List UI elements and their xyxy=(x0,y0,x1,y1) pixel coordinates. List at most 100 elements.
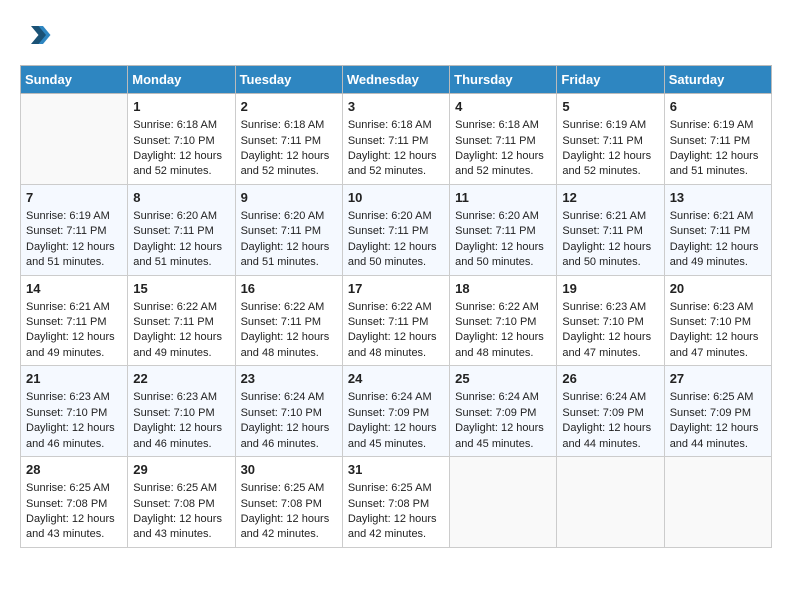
day-number: 26 xyxy=(562,370,658,388)
day-number: 3 xyxy=(348,98,444,116)
daylight-label: Daylight: 12 hours and 42 minutes. xyxy=(348,513,437,540)
day-number: 28 xyxy=(26,461,122,479)
sunset-time: Sunset: 7:11 PM xyxy=(348,316,429,328)
calendar-week-2: 7 Sunrise: 6:19 AM Sunset: 7:11 PM Daylight… xyxy=(21,184,772,275)
daylight-label: Daylight: 12 hours and 49 minutes. xyxy=(670,241,759,268)
day-number: 18 xyxy=(455,280,551,298)
daylight-label: Daylight: 12 hours and 51 minutes. xyxy=(133,241,222,268)
day-number: 14 xyxy=(26,280,122,298)
day-number: 12 xyxy=(562,189,658,207)
sunset-time: Sunset: 7:10 PM xyxy=(241,407,322,419)
calendar-cell: 28Sunrise: 6:25 AMSunset: 7:08 PMDayligh… xyxy=(21,457,128,548)
calendar-week-4: 21Sunrise: 6:23 AMSunset: 7:10 PMDayligh… xyxy=(21,366,772,457)
calendar-cell: 8Sunrise: 6:20 AMSunset: 7:11 PMDaylight… xyxy=(128,184,235,275)
daylight-label: Daylight: 12 hours and 48 minutes. xyxy=(455,331,544,358)
day-number: 16 xyxy=(241,280,337,298)
calendar-cell: 19Sunrise: 6:23 AMSunset: 7:10 PMDayligh… xyxy=(557,275,664,366)
sunrise-time: Sunrise: 6:23 AM xyxy=(133,391,217,403)
column-header-friday: Friday xyxy=(557,66,664,94)
daylight-label: Daylight: 12 hours and 52 minutes. xyxy=(133,150,222,177)
calendar-cell: 7 Sunrise: 6:19 AM Sunset: 7:11 PM Daylight… xyxy=(21,184,128,275)
day-number: 5 xyxy=(562,98,658,116)
sunset-time: Sunset: 7:09 PM xyxy=(348,407,429,419)
calendar-cell: 11Sunrise: 6:20 AMSunset: 7:11 PMDayligh… xyxy=(450,184,557,275)
daylight-label: Daylight: 12 hours and 42 minutes. xyxy=(241,513,330,540)
sunrise-time: Sunrise: 6:20 AM xyxy=(348,210,432,222)
sunrise-time: Sunrise: 6:18 AM xyxy=(348,119,432,131)
sunset-time: Sunset: 7:10 PM xyxy=(133,135,214,147)
sunset-time: Sunset: 7:08 PM xyxy=(26,498,107,510)
sunrise-time: Sunrise: 6:21 AM xyxy=(26,301,110,313)
day-number: 23 xyxy=(241,370,337,388)
day-number: 17 xyxy=(348,280,444,298)
sunrise-time: Sunrise: 6:24 AM xyxy=(562,391,646,403)
calendar-cell: 15Sunrise: 6:22 AMSunset: 7:11 PMDayligh… xyxy=(128,275,235,366)
day-number: 13 xyxy=(670,189,766,207)
calendar-cell: 18Sunrise: 6:22 AMSunset: 7:10 PMDayligh… xyxy=(450,275,557,366)
day-number: 11 xyxy=(455,189,551,207)
sunset-time: Sunset: 7:11 PM xyxy=(455,225,536,237)
calendar-cell: 31Sunrise: 6:25 AMSunset: 7:08 PMDayligh… xyxy=(342,457,449,548)
sunrise-time: Sunrise: 6:18 AM xyxy=(241,119,325,131)
sunrise-time: Sunrise: 6:19 AM xyxy=(26,210,110,222)
calendar-cell: 12Sunrise: 6:21 AMSunset: 7:11 PMDayligh… xyxy=(557,184,664,275)
day-number: 6 xyxy=(670,98,766,116)
daylight-label: Daylight: 12 hours and 49 minutes. xyxy=(133,331,222,358)
day-number: 20 xyxy=(670,280,766,298)
day-number: 10 xyxy=(348,189,444,207)
sunset-time: Sunset: 7:10 PM xyxy=(670,316,751,328)
sunset-time: Sunset: 7:10 PM xyxy=(455,316,536,328)
sunset-time: Sunset: 7:11 PM xyxy=(26,225,107,237)
day-number: 25 xyxy=(455,370,551,388)
sunset-time: Sunset: 7:10 PM xyxy=(26,407,107,419)
calendar-cell: 23Sunrise: 6:24 AMSunset: 7:10 PMDayligh… xyxy=(235,366,342,457)
day-number: 7 xyxy=(26,189,122,207)
daylight-label: Daylight: 12 hours and 50 minutes. xyxy=(562,241,651,268)
sunset-time: Sunset: 7:10 PM xyxy=(133,407,214,419)
day-number: 9 xyxy=(241,189,337,207)
calendar-cell xyxy=(450,457,557,548)
calendar-cell: 13Sunrise: 6:21 AMSunset: 7:11 PMDayligh… xyxy=(664,184,771,275)
page-header xyxy=(20,20,772,55)
calendar-cell: 17Sunrise: 6:22 AMSunset: 7:11 PMDayligh… xyxy=(342,275,449,366)
daylight-label: Daylight: 12 hours and 45 minutes. xyxy=(455,422,544,449)
daylight-label: Daylight: 12 hours and 46 minutes. xyxy=(241,422,330,449)
column-header-tuesday: Tuesday xyxy=(235,66,342,94)
day-number: 22 xyxy=(133,370,229,388)
daylight-label: Daylight: 12 hours and 52 minutes. xyxy=(241,150,330,177)
sunset-time: Sunset: 7:11 PM xyxy=(562,225,643,237)
day-number: 19 xyxy=(562,280,658,298)
day-number: 31 xyxy=(348,461,444,479)
day-number: 27 xyxy=(670,370,766,388)
sunrise-time: Sunrise: 6:24 AM xyxy=(348,391,432,403)
daylight-label: Daylight: 12 hours and 44 minutes. xyxy=(562,422,651,449)
calendar-cell xyxy=(664,457,771,548)
daylight-label: Daylight: 12 hours and 49 minutes. xyxy=(26,331,115,358)
daylight-label: Daylight: 12 hours and 47 minutes. xyxy=(670,331,759,358)
sunrise-time: Sunrise: 6:22 AM xyxy=(241,301,325,313)
daylight-label: Daylight: 12 hours and 51 minutes. xyxy=(670,150,759,177)
logo-icon xyxy=(22,20,52,50)
calendar-week-1: 1 Sunrise: 6:18 AM Sunset: 7:10 PM Daylight… xyxy=(21,94,772,185)
column-header-sunday: Sunday xyxy=(21,66,128,94)
day-number: 1 xyxy=(133,98,229,116)
calendar-cell: 20 Sunrise: 6:23 AM Sunset: 7:10 PM Dayligh… xyxy=(664,275,771,366)
sunset-time: Sunset: 7:11 PM xyxy=(348,135,429,147)
sunset-time: Sunset: 7:11 PM xyxy=(241,135,322,147)
sunset-time: Sunset: 7:10 PM xyxy=(562,316,643,328)
daylight-label: Daylight: 12 hours and 43 minutes. xyxy=(133,513,222,540)
sunset-time: Sunset: 7:11 PM xyxy=(455,135,536,147)
calendar-cell: 14Sunrise: 6:21 AMSunset: 7:11 PMDayligh… xyxy=(21,275,128,366)
sunrise-time: Sunrise: 6:18 AM xyxy=(455,119,539,131)
calendar-cell xyxy=(21,94,128,185)
sunrise-time: Sunrise: 6:23 AM xyxy=(562,301,646,313)
day-number: 24 xyxy=(348,370,444,388)
sunrise-time: Sunrise: 6:23 AM xyxy=(670,301,754,313)
calendar-cell: 2Sunrise: 6:18 AMSunset: 7:11 PMDaylight… xyxy=(235,94,342,185)
calendar-cell: 24Sunrise: 6:24 AMSunset: 7:09 PMDayligh… xyxy=(342,366,449,457)
daylight-label: Daylight: 12 hours and 51 minutes. xyxy=(26,241,115,268)
daylight-label: Daylight: 12 hours and 44 minutes. xyxy=(670,422,759,449)
sunset-time: Sunset: 7:11 PM xyxy=(241,316,322,328)
daylight-label: Daylight: 12 hours and 52 minutes. xyxy=(348,150,437,177)
sunset-time: Sunset: 7:09 PM xyxy=(455,407,536,419)
